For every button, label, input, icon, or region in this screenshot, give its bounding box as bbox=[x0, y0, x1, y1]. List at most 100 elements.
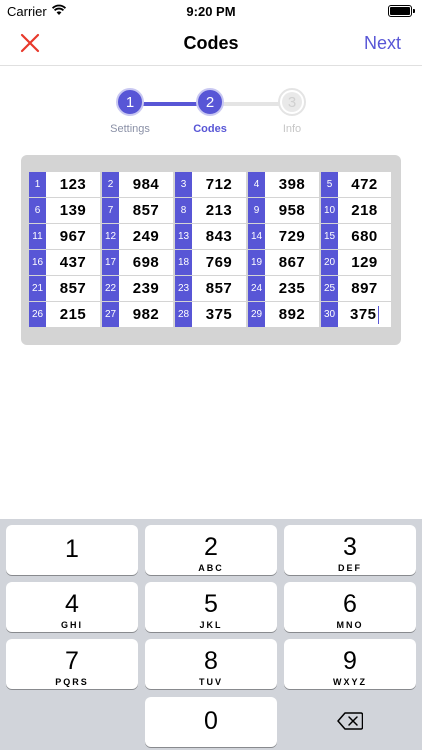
key-5[interactable]: 5 JKL bbox=[145, 582, 277, 632]
code-value-input[interactable]: 698 bbox=[119, 250, 173, 275]
code-cell[interactable]: 22 239 bbox=[102, 276, 175, 301]
key-8[interactable]: 8 TUV bbox=[145, 639, 277, 689]
key-digit: 0 bbox=[204, 707, 218, 735]
code-value-input[interactable]: 857 bbox=[119, 198, 173, 223]
step-codes[interactable]: 2 Codes bbox=[170, 88, 250, 135]
key-digit: 9 bbox=[343, 647, 357, 675]
code-cell[interactable]: 27 982 bbox=[102, 302, 175, 327]
key-letters: MNO bbox=[336, 620, 364, 630]
code-value-input[interactable]: 213 bbox=[192, 198, 246, 223]
code-cell[interactable]: 19 867 bbox=[248, 250, 321, 275]
code-value-input[interactable]: 867 bbox=[265, 250, 319, 275]
code-value: 437 bbox=[59, 254, 87, 271]
code-index: 4 bbox=[248, 172, 265, 197]
code-cell[interactable]: 30 375 bbox=[321, 302, 393, 327]
backspace-key[interactable] bbox=[284, 697, 416, 747]
code-value: 982 bbox=[132, 306, 160, 323]
step-settings[interactable]: 1 Settings bbox=[90, 88, 170, 135]
code-cell[interactable]: 1 123 bbox=[29, 172, 102, 197]
code-cell[interactable]: 6 139 bbox=[29, 198, 102, 223]
code-value-input[interactable]: 967 bbox=[46, 224, 100, 249]
code-value: 129 bbox=[351, 254, 378, 271]
key-9[interactable]: 9 WXYZ bbox=[284, 639, 416, 689]
code-cell[interactable]: 15 680 bbox=[321, 224, 393, 249]
key-1[interactable]: 1 bbox=[6, 525, 138, 575]
code-value-input[interactable]: 139 bbox=[46, 198, 100, 223]
text-cursor bbox=[377, 305, 380, 324]
code-value-input[interactable]: 218 bbox=[338, 198, 391, 223]
code-cell[interactable]: 13 843 bbox=[175, 224, 248, 249]
code-row: 11 967 12 249 13 843 14 729 15 680 bbox=[29, 224, 393, 250]
code-cell[interactable]: 10 218 bbox=[321, 198, 393, 223]
code-cell[interactable]: 4 398 bbox=[248, 172, 321, 197]
key-3[interactable]: 3 DEF bbox=[284, 525, 416, 575]
code-cell[interactable]: 11 967 bbox=[29, 224, 102, 249]
code-cell[interactable]: 23 857 bbox=[175, 276, 248, 301]
code-value-input[interactable]: 712 bbox=[192, 172, 246, 197]
code-value: 857 bbox=[59, 280, 87, 297]
key-0[interactable]: 0 bbox=[145, 697, 277, 747]
code-cell[interactable]: 28 375 bbox=[175, 302, 248, 327]
code-value-input[interactable]: 437 bbox=[46, 250, 100, 275]
next-button[interactable]: Next bbox=[364, 33, 401, 54]
code-index: 2 bbox=[102, 172, 119, 197]
code-index: 7 bbox=[102, 198, 119, 223]
code-value-input[interactable]: 375 bbox=[192, 302, 246, 327]
code-cell[interactable]: 18 769 bbox=[175, 250, 248, 275]
code-cell[interactable]: 16 437 bbox=[29, 250, 102, 275]
code-value-input[interactable]: 375 bbox=[338, 302, 391, 327]
code-cell[interactable]: 8 213 bbox=[175, 198, 248, 223]
code-cell[interactable]: 3 712 bbox=[175, 172, 248, 197]
code-value-input[interactable]: 892 bbox=[265, 302, 319, 327]
code-cell[interactable]: 26 215 bbox=[29, 302, 102, 327]
code-row: 16 437 17 698 18 769 19 867 20 129 bbox=[29, 250, 393, 276]
code-value: 249 bbox=[132, 228, 160, 245]
code-value-input[interactable]: 398 bbox=[265, 172, 319, 197]
code-cell[interactable]: 24 235 bbox=[248, 276, 321, 301]
code-cell[interactable]: 12 249 bbox=[102, 224, 175, 249]
code-value-input[interactable]: 857 bbox=[192, 276, 246, 301]
code-value-input[interactable]: 129 bbox=[338, 250, 391, 275]
code-value-input[interactable]: 769 bbox=[192, 250, 246, 275]
code-value-input[interactable]: 215 bbox=[46, 302, 100, 327]
code-cell[interactable]: 9 958 bbox=[248, 198, 321, 223]
code-cell[interactable]: 2 984 bbox=[102, 172, 175, 197]
code-cell[interactable]: 5 472 bbox=[321, 172, 393, 197]
step-circle: 3 bbox=[278, 88, 306, 116]
code-value-input[interactable]: 982 bbox=[119, 302, 173, 327]
code-value-input[interactable]: 729 bbox=[265, 224, 319, 249]
code-value-input[interactable]: 235 bbox=[265, 276, 319, 301]
code-cell[interactable]: 7 857 bbox=[102, 198, 175, 223]
code-index: 27 bbox=[102, 302, 119, 327]
code-value-input[interactable]: 857 bbox=[46, 276, 100, 301]
code-value-input[interactable]: 897 bbox=[338, 276, 391, 301]
code-index: 18 bbox=[175, 250, 192, 275]
code-row: 6 139 7 857 8 213 9 958 10 218 bbox=[29, 198, 393, 224]
key-4[interactable]: 4 GHI bbox=[6, 582, 138, 632]
code-index: 20 bbox=[321, 250, 338, 275]
step-info[interactable]: 3 Info bbox=[252, 88, 332, 135]
key-2[interactable]: 2 ABC bbox=[145, 525, 277, 575]
code-value: 843 bbox=[205, 228, 233, 245]
code-value-input[interactable]: 680 bbox=[338, 224, 391, 249]
code-cell[interactable]: 21 857 bbox=[29, 276, 102, 301]
code-value-input[interactable]: 472 bbox=[338, 172, 391, 197]
code-value: 215 bbox=[59, 306, 87, 323]
code-cell[interactable]: 17 698 bbox=[102, 250, 175, 275]
code-value: 712 bbox=[205, 176, 233, 193]
code-value-input[interactable]: 239 bbox=[119, 276, 173, 301]
code-value-input[interactable]: 843 bbox=[192, 224, 246, 249]
code-value: 867 bbox=[278, 254, 306, 271]
code-value-input[interactable]: 123 bbox=[46, 172, 100, 197]
key-letters: GHI bbox=[60, 620, 83, 630]
code-cell[interactable]: 25 897 bbox=[321, 276, 393, 301]
code-cell[interactable]: 29 892 bbox=[248, 302, 321, 327]
code-value-input[interactable]: 249 bbox=[119, 224, 173, 249]
step-circle: 2 bbox=[196, 88, 224, 116]
code-cell[interactable]: 20 129 bbox=[321, 250, 393, 275]
key-7[interactable]: 7 PQRS bbox=[6, 639, 138, 689]
code-value-input[interactable]: 984 bbox=[119, 172, 173, 197]
code-value-input[interactable]: 958 bbox=[265, 198, 319, 223]
code-cell[interactable]: 14 729 bbox=[248, 224, 321, 249]
key-6[interactable]: 6 MNO bbox=[284, 582, 416, 632]
